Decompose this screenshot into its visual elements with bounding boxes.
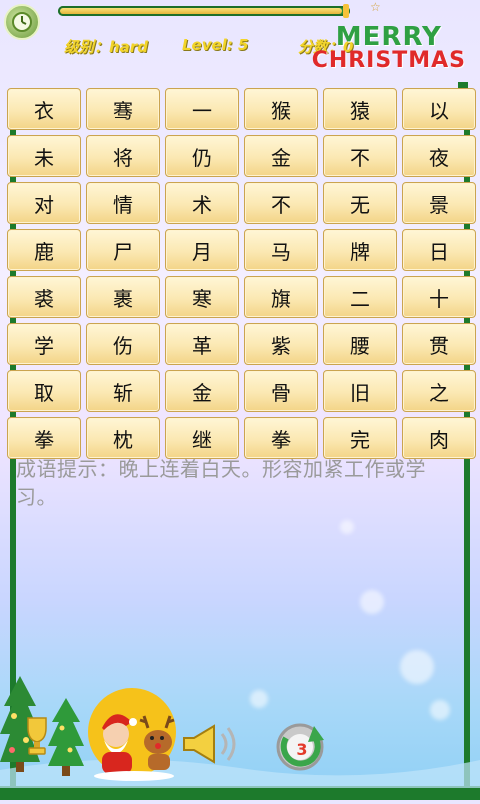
character-grid: 衣骞一猴猿以未将仍金不夜对情术不无景鹿尸月马牌日裘裹寒旗二十学伤革紫腰贯取斩金骨… — [7, 88, 477, 459]
logo-line-1: MERRY — [335, 22, 442, 52]
timer-bar — [58, 6, 350, 16]
difficulty-label: 级别：hard — [64, 38, 148, 56]
char-tile[interactable]: 拳 — [244, 417, 318, 459]
char-tile[interactable]: 日 — [402, 229, 476, 271]
char-tile[interactable]: 拳 — [7, 417, 81, 459]
char-tile[interactable]: 革 — [165, 323, 239, 365]
char-tile[interactable]: 情 — [86, 182, 160, 224]
char-tile[interactable]: 不 — [323, 135, 397, 177]
char-tile[interactable]: 尸 — [86, 229, 160, 271]
bokeh-light — [400, 650, 434, 684]
santa-reindeer-icon — [88, 688, 176, 781]
char-tile[interactable]: 马 — [244, 229, 318, 271]
char-tile[interactable]: 伤 — [86, 323, 160, 365]
level-label: Level: 5 — [182, 36, 249, 54]
char-tile[interactable]: 取 — [7, 370, 81, 412]
char-tile[interactable]: 腰 — [323, 323, 397, 365]
char-tile[interactable]: 未 — [7, 135, 81, 177]
char-tile[interactable]: 景 — [402, 182, 476, 224]
christmas-logo: MERRY CHRISTMAS — [312, 24, 466, 72]
trophy-icon[interactable] — [22, 716, 52, 756]
char-tile[interactable]: 旧 — [323, 370, 397, 412]
char-tile[interactable]: 贯 — [402, 323, 476, 365]
char-tile[interactable]: 金 — [165, 370, 239, 412]
logo-line-2: CHRISTMAS — [311, 48, 466, 73]
char-tile[interactable]: 金 — [244, 135, 318, 177]
char-tile[interactable]: 将 — [86, 135, 160, 177]
bokeh-light — [360, 590, 384, 614]
char-tile[interactable]: 骨 — [244, 370, 318, 412]
char-tile[interactable]: 衣 — [7, 88, 81, 130]
refresh-count: 3 — [296, 740, 308, 759]
star-icon: ☆ — [370, 0, 381, 14]
char-tile[interactable]: 完 — [323, 417, 397, 459]
char-tile[interactable]: 术 — [165, 182, 239, 224]
char-tile[interactable]: 肉 — [402, 417, 476, 459]
timer-end-marker — [343, 4, 349, 18]
char-tile[interactable]: 旗 — [244, 276, 318, 318]
char-tile[interactable]: 二 — [323, 276, 397, 318]
char-tile[interactable]: 紫 — [244, 323, 318, 365]
char-tile[interactable]: 之 — [402, 370, 476, 412]
char-tile[interactable]: 十 — [402, 276, 476, 318]
top-bar: ☆ 级别：hard Level: 5 分数：0 MERRY CHRISTMAS — [0, 0, 480, 80]
char-tile[interactable]: 裘 — [7, 276, 81, 318]
char-tile[interactable]: 斩 — [86, 370, 160, 412]
idiom-hint: 成语提示：晚上连着白天。形容加紧工作或学习。 — [16, 457, 426, 509]
char-tile[interactable]: 裹 — [86, 276, 160, 318]
clock-button[interactable] — [4, 4, 40, 40]
char-tile[interactable]: 枕 — [86, 417, 160, 459]
char-tile[interactable]: 夜 — [402, 135, 476, 177]
char-tile[interactable]: 寒 — [165, 276, 239, 318]
clock-icon — [12, 12, 32, 32]
char-tile[interactable]: 不 — [244, 182, 318, 224]
char-tile[interactable]: 鹿 — [7, 229, 81, 271]
char-tile[interactable]: 以 — [402, 88, 476, 130]
char-tile[interactable]: 猴 — [244, 88, 318, 130]
char-tile[interactable]: 牌 — [323, 229, 397, 271]
char-tile[interactable]: 月 — [165, 229, 239, 271]
char-tile[interactable]: 学 — [7, 323, 81, 365]
char-tile[interactable]: 仍 — [165, 135, 239, 177]
char-tile[interactable]: 对 — [7, 182, 81, 224]
char-tile[interactable]: 继 — [165, 417, 239, 459]
char-tile[interactable]: 无 — [323, 182, 397, 224]
char-tile[interactable]: 一 — [165, 88, 239, 130]
christmas-tree-icon — [48, 698, 84, 776]
bokeh-light — [250, 690, 268, 708]
horn-icon[interactable] — [178, 722, 244, 766]
bokeh-light — [340, 520, 354, 534]
char-tile[interactable]: 骞 — [86, 88, 160, 130]
char-tile[interactable]: 猿 — [323, 88, 397, 130]
timer-fill — [60, 8, 343, 14]
